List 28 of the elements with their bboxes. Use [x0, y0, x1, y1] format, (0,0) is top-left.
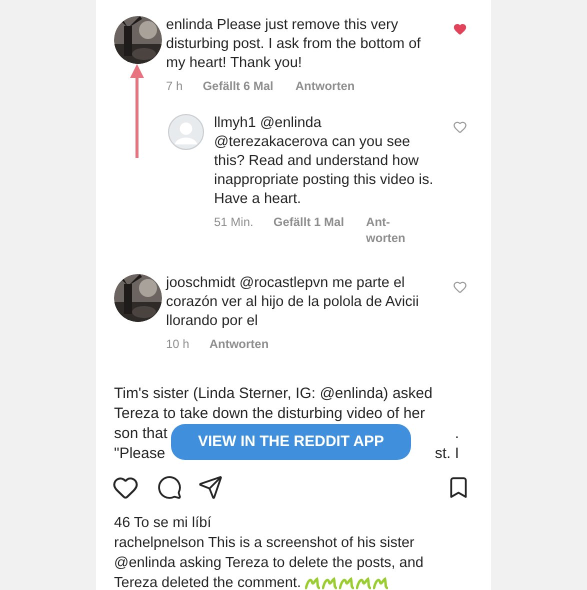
- likes-link[interactable]: Gefällt 1 Mal: [273, 214, 344, 230]
- avatar-icon: [168, 114, 204, 150]
- post-text: "Please: [114, 444, 166, 464]
- post-text: st. I: [434, 444, 459, 464]
- reply-link[interactable]: Antworten: [209, 336, 269, 352]
- emoji-icon: [305, 576, 320, 590]
- emoji-icon: [339, 576, 354, 590]
- post-text: son that: [114, 424, 168, 444]
- caption-text: rachelpnelson This is a screenshot of his sister @enlinda asking Tereza to delete the posts, and Tereza deleted the comment.: [114, 534, 424, 590]
- comment-icon[interactable]: [157, 475, 182, 500]
- post-text: .: [454, 424, 459, 444]
- reply-link[interactable]: Ant-worten: [366, 214, 406, 246]
- send-icon[interactable]: [198, 475, 223, 500]
- comment-time: 51 Min.: [214, 214, 254, 230]
- emoji-icon: [356, 576, 372, 590]
- view-in-app-button[interactable]: VIEW IN THE REDDIT APP: [171, 424, 411, 460]
- likes-link[interactable]: Gefällt 6 Mal: [202, 78, 274, 94]
- emoji-icon: [322, 576, 338, 590]
- post-text: Tereza to take down the disturbing video of her: [114, 404, 426, 424]
- comment-text: jooschmidt @rocastlepvn me parte el corazón ver al hijo de la polola de Avicii llorando por el: [166, 274, 420, 331]
- comment-time: 10 h: [166, 336, 190, 352]
- likes-count: 46 To se mi líbí: [114, 514, 212, 533]
- comment-text: llmyh1 @enlinda @terezakacerova can you see this? Read and understand how inappropriate posting this video is. Have a heart.: [214, 114, 434, 209]
- emoji-icon: [373, 576, 388, 590]
- reply-link[interactable]: Antworten: [295, 78, 355, 94]
- post-text: Tim's sister (Linda Sterner, IG: @enlinda) asked: [114, 384, 432, 404]
- comment-time: 7 h: [166, 78, 183, 94]
- comment-text: enlinda Please just remove this very disturbing post. I ask from the bottom of my heart! Thank you!: [166, 16, 422, 73]
